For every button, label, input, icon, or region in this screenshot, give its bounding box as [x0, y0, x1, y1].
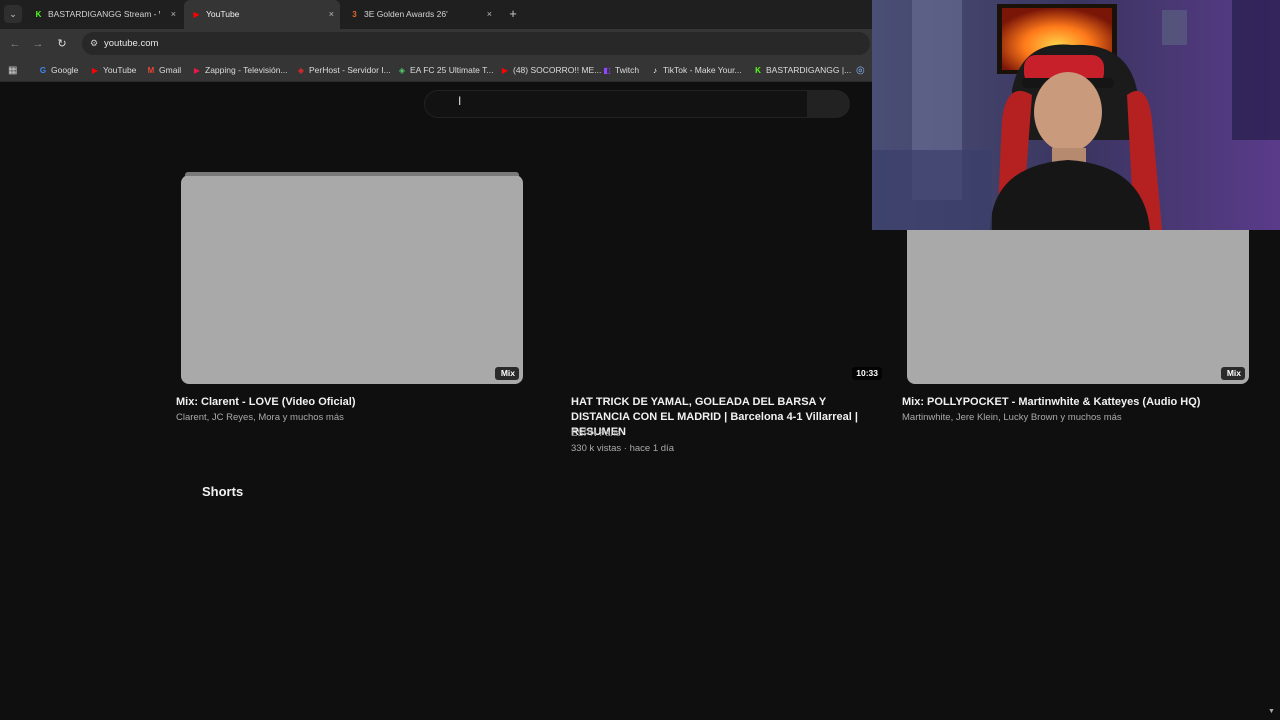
extension-icon[interactable]: ◎	[856, 65, 867, 76]
bookmark-youtube[interactable]: ▶ YouTube	[90, 58, 136, 82]
site-info-icon[interactable]: ⚙	[88, 37, 100, 49]
close-tab-icon[interactable]: ×	[487, 0, 492, 29]
apps-grid-icon[interactable]: ▦	[8, 65, 19, 76]
video-thumbnail[interactable]: Mix	[181, 172, 523, 384]
bookmark-gmail[interactable]: M Gmail	[146, 58, 182, 82]
bookmark-perhost[interactable]: ◆ PerHost - Servidor I...	[296, 58, 391, 82]
bookmark-socorro[interactable]: ▶ (48) SOCORRO!! ME...	[500, 58, 601, 82]
youtube-search-bar	[424, 90, 850, 118]
video-title[interactable]: Mix: POLLYPOCKET - Martinwhite & Katteye…	[902, 395, 1272, 410]
tab-title: 3E Golden Awards 26'	[364, 9, 448, 19]
text-cursor-icon: I	[458, 94, 462, 108]
bookmark-label: Google	[51, 65, 79, 75]
duration-badge: 10:33	[852, 367, 882, 380]
perhost-icon: ◆	[297, 66, 305, 75]
bookmark-label: YouTube	[103, 65, 137, 75]
bookmark-ea-fc[interactable]: ◈ EA FC 25 Ultimate T...	[397, 58, 494, 82]
new-tab-button[interactable]: +	[506, 6, 520, 22]
twitch-icon: ◧	[603, 66, 611, 75]
browser-toolbar: ← → ↻ ⚙ youtube.com	[0, 29, 872, 58]
bookmark-tiktok[interactable]: ♪ TikTok - Make Your...	[650, 58, 742, 82]
mix-badge: Mix	[495, 367, 519, 380]
streamer-webcam-image	[872, 0, 1280, 230]
url-text[interactable]: youtube.com	[104, 32, 158, 55]
tab-bastardigangg[interactable]: K BASTARDIGANGG Stream - Wa ×	[26, 0, 182, 29]
tab-title: BASTARDIGANGG Stream - Wa	[48, 9, 160, 19]
bookmark-label: PerHost - Servidor I...	[309, 65, 391, 75]
video-channel[interactable]: Clarent, JC Reyes, Mora y muchos más	[176, 410, 546, 425]
bookmark-label: TikTok - Make Your...	[663, 65, 742, 75]
3e-icon: 3	[352, 10, 357, 19]
tab-3e-golden-awards[interactable]: 3 3E Golden Awards 26' ×	[342, 0, 498, 29]
video-stats: 330 k vistas · hace 1 día	[571, 443, 674, 454]
video-channel[interactable]: Martinwhite, Jere Klein, Lucky Brown y m…	[902, 410, 1272, 425]
bookmark-label: BASTARDIGANGG |...	[766, 65, 852, 75]
bookmark-bastardigangg[interactable]: K BASTARDIGANGG |...	[753, 58, 851, 82]
tab-search-chevron-icon[interactable]: ⌄	[4, 5, 22, 23]
mix-badge: Mix	[1221, 367, 1245, 380]
shorts-section-title: Shorts	[202, 484, 244, 499]
gmail-icon: M	[147, 66, 155, 75]
youtube-icon: ▶	[193, 10, 200, 19]
tab-title: YouTube	[206, 9, 240, 19]
youtube-icon: ▶	[91, 66, 99, 75]
close-tab-icon[interactable]: ×	[329, 0, 334, 29]
back-arrow-icon[interactable]: ←	[8, 37, 22, 51]
thumbnail-stack-edge	[185, 172, 519, 176]
bookmarks-bar: ▦ G Google ▶ YouTube M Gmail ▶ Zapping - Tel…	[0, 58, 872, 82]
forward-arrow-icon[interactable]: →	[31, 37, 45, 51]
bookmark-label: (48) SOCORRO!! ME...	[513, 65, 602, 75]
futbin-icon: ◈	[398, 66, 406, 75]
tiktok-icon: ♪	[653, 66, 657, 75]
bookmark-twitch[interactable]: ◧ Twitch	[602, 58, 639, 82]
address-bar[interactable]: ⚙ youtube.com	[82, 32, 870, 55]
bookmark-label: Zapping - Televisión...	[205, 65, 288, 75]
search-input[interactable]	[424, 90, 807, 118]
webcam-overlay	[872, 0, 1280, 230]
youtube-icon: ▶	[501, 66, 509, 75]
kick-icon: K	[755, 66, 761, 75]
kick-icon: K	[35, 10, 42, 19]
close-tab-icon[interactable]: ×	[171, 0, 176, 29]
bookmark-label: Gmail	[159, 65, 182, 75]
tab-strip: ⌄ K BASTARDIGANGG Stream - Wa × ▶ YouTub…	[0, 0, 872, 29]
bookmark-google[interactable]: G Google	[38, 58, 79, 82]
google-icon: G	[39, 66, 47, 75]
video-thumbnail[interactable]: 10:33	[544, 175, 886, 384]
zapping-icon: ▶	[193, 66, 201, 75]
bookmark-label: Twitch	[615, 65, 640, 75]
video-title[interactable]: Mix: Clarent - LOVE (Video Oficial)	[176, 395, 546, 410]
tab-youtube[interactable]: ▶ YouTube ×	[184, 0, 340, 29]
search-button[interactable]	[807, 90, 850, 118]
bookmark-label: EA FC 25 Ultimate T...	[410, 65, 494, 75]
scroll-down-arrow-icon[interactable]: ▼	[1268, 708, 1278, 718]
video-channel[interactable]: ESPN Fans	[571, 426, 871, 441]
bookmark-zapping[interactable]: ▶ Zapping - Televisión...	[192, 58, 288, 82]
reload-icon[interactable]: ↻	[55, 37, 69, 51]
